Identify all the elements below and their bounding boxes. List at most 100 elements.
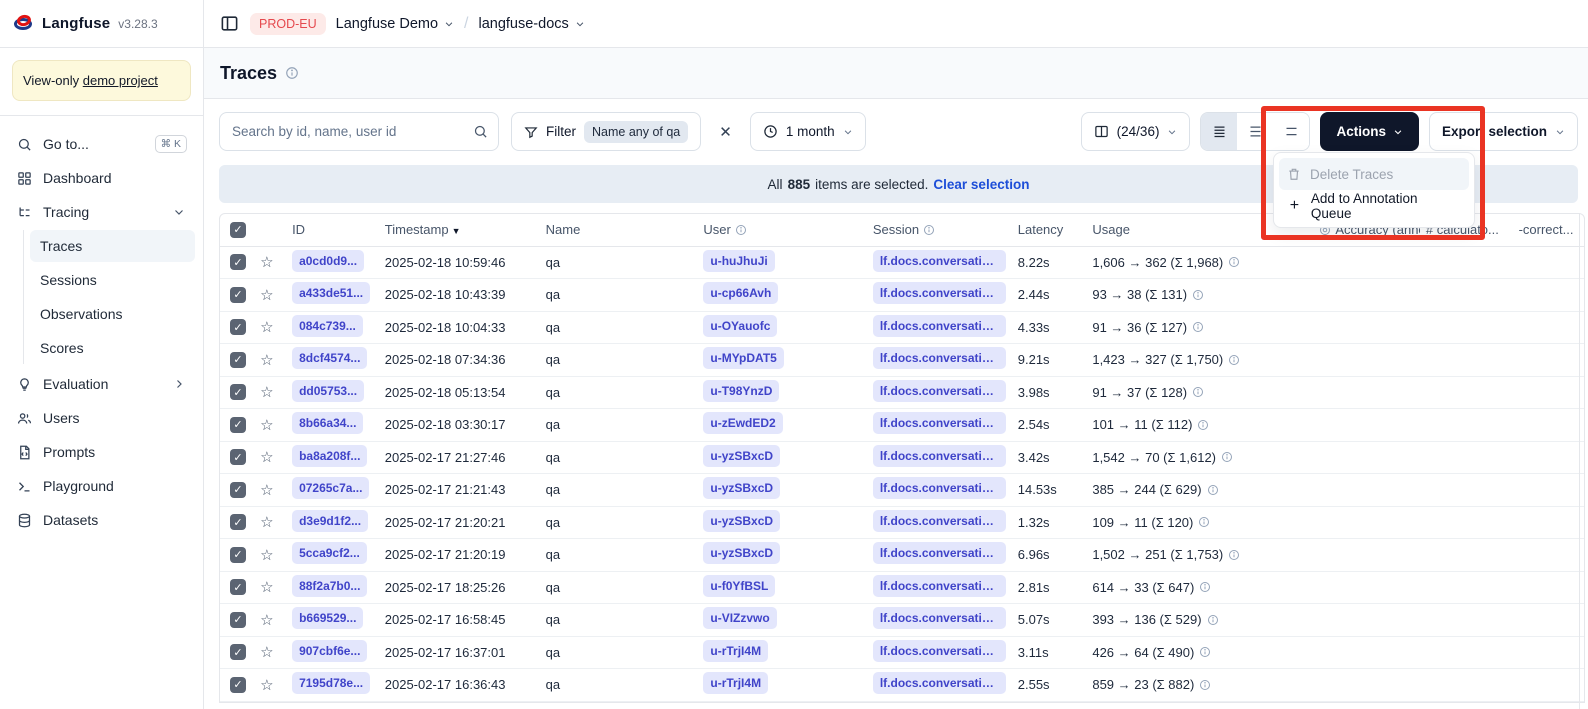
session-badge[interactable]: lf.docs.conversation... <box>873 347 1006 369</box>
header-timestamp[interactable]: Timestamp▼ <box>379 214 540 246</box>
info-icon[interactable] <box>1192 321 1204 333</box>
user-badge[interactable]: u-VIZzvwo <box>703 607 776 629</box>
sidebar-item-datasets[interactable]: Datasets <box>8 504 195 536</box>
export-selection-button[interactable]: Export selection <box>1429 112 1578 151</box>
sidebar-item-users[interactable]: Users <box>8 402 195 434</box>
demo-project-link[interactable]: demo project <box>83 73 158 88</box>
star-icon[interactable]: ☆ <box>260 417 273 434</box>
star-icon[interactable]: ☆ <box>260 449 273 466</box>
search-input[interactable] <box>232 124 473 139</box>
star-icon[interactable]: ☆ <box>260 547 273 564</box>
star-icon[interactable]: ☆ <box>260 482 273 499</box>
session-badge[interactable]: lf.docs.conversation... <box>873 575 1006 597</box>
info-icon[interactable] <box>1192 386 1204 398</box>
star-icon[interactable]: ☆ <box>260 384 273 401</box>
row-checkbox[interactable]: ✓ <box>230 644 246 660</box>
sidebar-toggle-icon[interactable] <box>218 13 240 35</box>
star-icon[interactable]: ☆ <box>260 254 273 271</box>
info-icon[interactable] <box>1198 516 1210 528</box>
trace-id-badge[interactable]: 88f2a7b0... <box>292 575 367 597</box>
info-icon[interactable] <box>1199 679 1211 691</box>
star-icon[interactable]: ☆ <box>260 352 273 369</box>
header-name[interactable]: Name <box>540 214 698 246</box>
row-height-medium-button[interactable] <box>1237 113 1273 150</box>
project-switcher[interactable]: langfuse-docs <box>478 16 584 32</box>
user-badge[interactable]: u-zEwdED2 <box>703 412 782 434</box>
row-checkbox[interactable]: ✓ <box>230 514 246 530</box>
row-checkbox[interactable]: ✓ <box>230 417 246 433</box>
sidebar-item-scores[interactable]: Scores <box>30 332 195 364</box>
clear-filter-button[interactable]: ✕ <box>713 117 738 147</box>
sidebar-item-prompts[interactable]: Prompts <box>8 436 195 468</box>
trace-id-badge[interactable]: 7195d78e... <box>292 672 370 694</box>
session-badge[interactable]: lf.docs.conversation... <box>873 315 1006 337</box>
info-icon[interactable] <box>1228 549 1240 561</box>
menu-item-add-to-annotation-queue[interactable]: + Add to Annotation Queue <box>1279 190 1469 222</box>
columns-button[interactable]: (24/36) <box>1081 112 1191 151</box>
info-icon[interactable] <box>1192 289 1204 301</box>
info-icon[interactable] <box>1221 451 1233 463</box>
sidebar-item-traces[interactable]: Traces <box>30 230 195 262</box>
info-icon[interactable] <box>1199 646 1211 658</box>
row-checkbox[interactable]: ✓ <box>230 612 246 628</box>
star-icon[interactable]: ☆ <box>260 612 273 629</box>
session-badge[interactable]: lf.docs.conversation... <box>873 510 1006 532</box>
session-badge[interactable]: lf.docs.conversation... <box>873 672 1006 694</box>
trace-id-badge[interactable]: 907cbf6e... <box>292 640 367 662</box>
table-row[interactable]: ✓ ☆ 084c739... 2025-02-18 10:04:33 qa u-… <box>220 311 1585 344</box>
goto-search[interactable]: Go to... ⌘ K <box>8 128 195 160</box>
session-badge[interactable]: lf.docs.conversation... <box>873 542 1006 564</box>
session-badge[interactable]: lf.docs.conversation... <box>873 640 1006 662</box>
trace-id-badge[interactable]: 8b66a34... <box>292 412 363 434</box>
info-icon[interactable] <box>1197 419 1209 431</box>
trace-id-badge[interactable]: 8dcf4574... <box>292 347 367 369</box>
user-badge[interactable]: u-yzSBxcD <box>703 477 780 499</box>
sidebar-item-observations[interactable]: Observations <box>30 298 195 330</box>
trace-id-badge[interactable]: a0cd0d9... <box>292 250 364 272</box>
row-height-small-button[interactable] <box>1201 113 1237 150</box>
menu-item-delete-traces[interactable]: Delete Traces <box>1279 158 1469 190</box>
info-icon[interactable] <box>1199 581 1211 593</box>
trace-id-badge[interactable]: ba8a208f... <box>292 445 367 467</box>
user-badge[interactable]: u-MYpDAT5 <box>703 347 783 369</box>
filter-button[interactable]: Filter Name any of qa <box>511 112 701 151</box>
row-checkbox[interactable]: ✓ <box>230 352 246 368</box>
actions-button[interactable]: Actions <box>1320 112 1419 151</box>
row-checkbox[interactable]: ✓ <box>230 319 246 335</box>
session-badge[interactable]: lf.docs.conversation... <box>873 412 1006 434</box>
org-switcher[interactable]: Langfuse Demo <box>336 16 454 32</box>
table-row[interactable]: ✓ ☆ 7195d78e... 2025-02-17 16:36:43 qa u… <box>220 669 1585 702</box>
user-badge[interactable]: u-yzSBxcD <box>703 510 780 532</box>
row-checkbox[interactable]: ✓ <box>230 579 246 595</box>
sidebar-item-playground[interactable]: Playground <box>8 470 195 502</box>
table-row[interactable]: ✓ ☆ 8dcf4574... 2025-02-18 07:34:36 qa u… <box>220 344 1585 377</box>
header-id[interactable]: ID <box>286 214 379 246</box>
row-checkbox[interactable]: ✓ <box>230 482 246 498</box>
info-icon[interactable] <box>1207 484 1219 496</box>
table-row[interactable]: ✓ ☆ 07265c7a... 2025-02-17 21:21:43 qa u… <box>220 474 1585 507</box>
trace-id-badge[interactable]: 084c739... <box>292 315 363 337</box>
search-icon[interactable] <box>473 124 488 139</box>
row-checkbox[interactable]: ✓ <box>230 547 246 563</box>
user-badge[interactable]: u-T98YnzD <box>703 380 779 402</box>
star-icon[interactable]: ☆ <box>260 677 273 694</box>
sidebar-item-tracing[interactable]: Tracing <box>8 196 195 228</box>
session-badge[interactable]: lf.docs.conversation... <box>873 250 1006 272</box>
table-row[interactable]: ✓ ☆ 5cca9cf2... 2025-02-17 21:20:19 qa u… <box>220 539 1585 572</box>
user-badge[interactable]: u-huJhuJi <box>703 250 774 272</box>
select-all-checkbox[interactable]: ✓ <box>230 222 246 238</box>
trace-id-badge[interactable]: 5cca9cf2... <box>292 542 367 564</box>
time-range-button[interactable]: 1 month <box>750 112 866 151</box>
trace-id-badge[interactable]: dd05753... <box>292 380 364 402</box>
table-row[interactable]: ✓ ☆ ba8a208f... 2025-02-17 21:27:46 qa u… <box>220 441 1585 474</box>
row-checkbox[interactable]: ✓ <box>230 254 246 270</box>
trace-id-badge[interactable]: a433de51... <box>292 282 370 304</box>
header-user[interactable]: User <box>697 214 866 246</box>
trace-id-badge[interactable]: 07265c7a... <box>292 477 369 499</box>
session-badge[interactable]: lf.docs.conversation... <box>873 380 1006 402</box>
user-badge[interactable]: u-rTrjI4M <box>703 640 768 662</box>
header-score-correct[interactable]: -correct... <box>1513 214 1585 246</box>
table-row[interactable]: ✓ ☆ 88f2a7b0... 2025-02-17 18:25:26 qa u… <box>220 571 1585 604</box>
info-icon[interactable] <box>1228 354 1240 366</box>
clear-selection-link[interactable]: Clear selection <box>933 177 1029 192</box>
